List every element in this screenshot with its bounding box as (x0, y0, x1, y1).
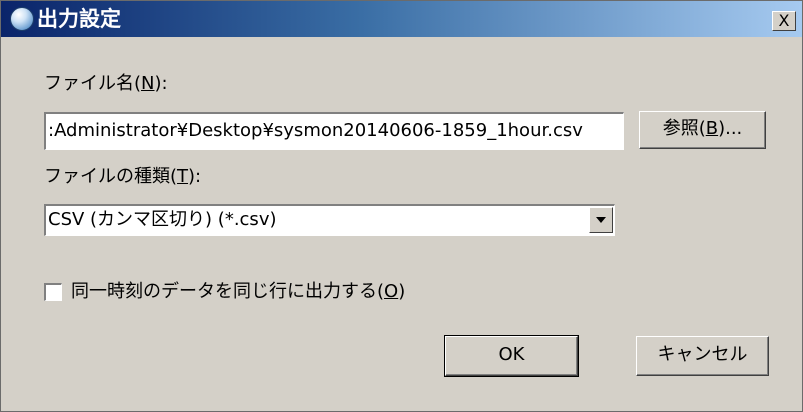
file-name-field[interactable]: :Administrator¥Desktop¥sysmon20140606-18… (44, 112, 624, 150)
dialog-title: 出力設定 (37, 7, 121, 31)
same-time-row-label[interactable]: 同一時刻のデータを同じ行に出力する(O) (71, 281, 405, 303)
file-type-selected-value: CSV (カンマ区切り) (*.csv) (48, 209, 277, 230)
file-type-label: ファイルの種類(T): (44, 166, 202, 187)
file-type-select[interactable]: CSV (カンマ区切り) (*.csv) (44, 204, 615, 236)
ok-button[interactable]: OK (444, 335, 579, 377)
output-settings-dialog: 出力設定 X ファイル名(N): :Administrator¥Desktop¥… (0, 0, 803, 412)
app-icon (10, 7, 34, 31)
cancel-button[interactable]: キャンセル (636, 336, 769, 376)
file-name-label: ファイル名(N): (44, 73, 168, 94)
close-button[interactable]: X (772, 11, 796, 31)
browse-button[interactable]: 参照(B)... (639, 111, 766, 149)
same-time-row-checkbox[interactable] (44, 283, 62, 301)
dropdown-arrow-icon[interactable] (589, 207, 613, 233)
title-bar[interactable]: 出力設定 X (1, 1, 802, 37)
